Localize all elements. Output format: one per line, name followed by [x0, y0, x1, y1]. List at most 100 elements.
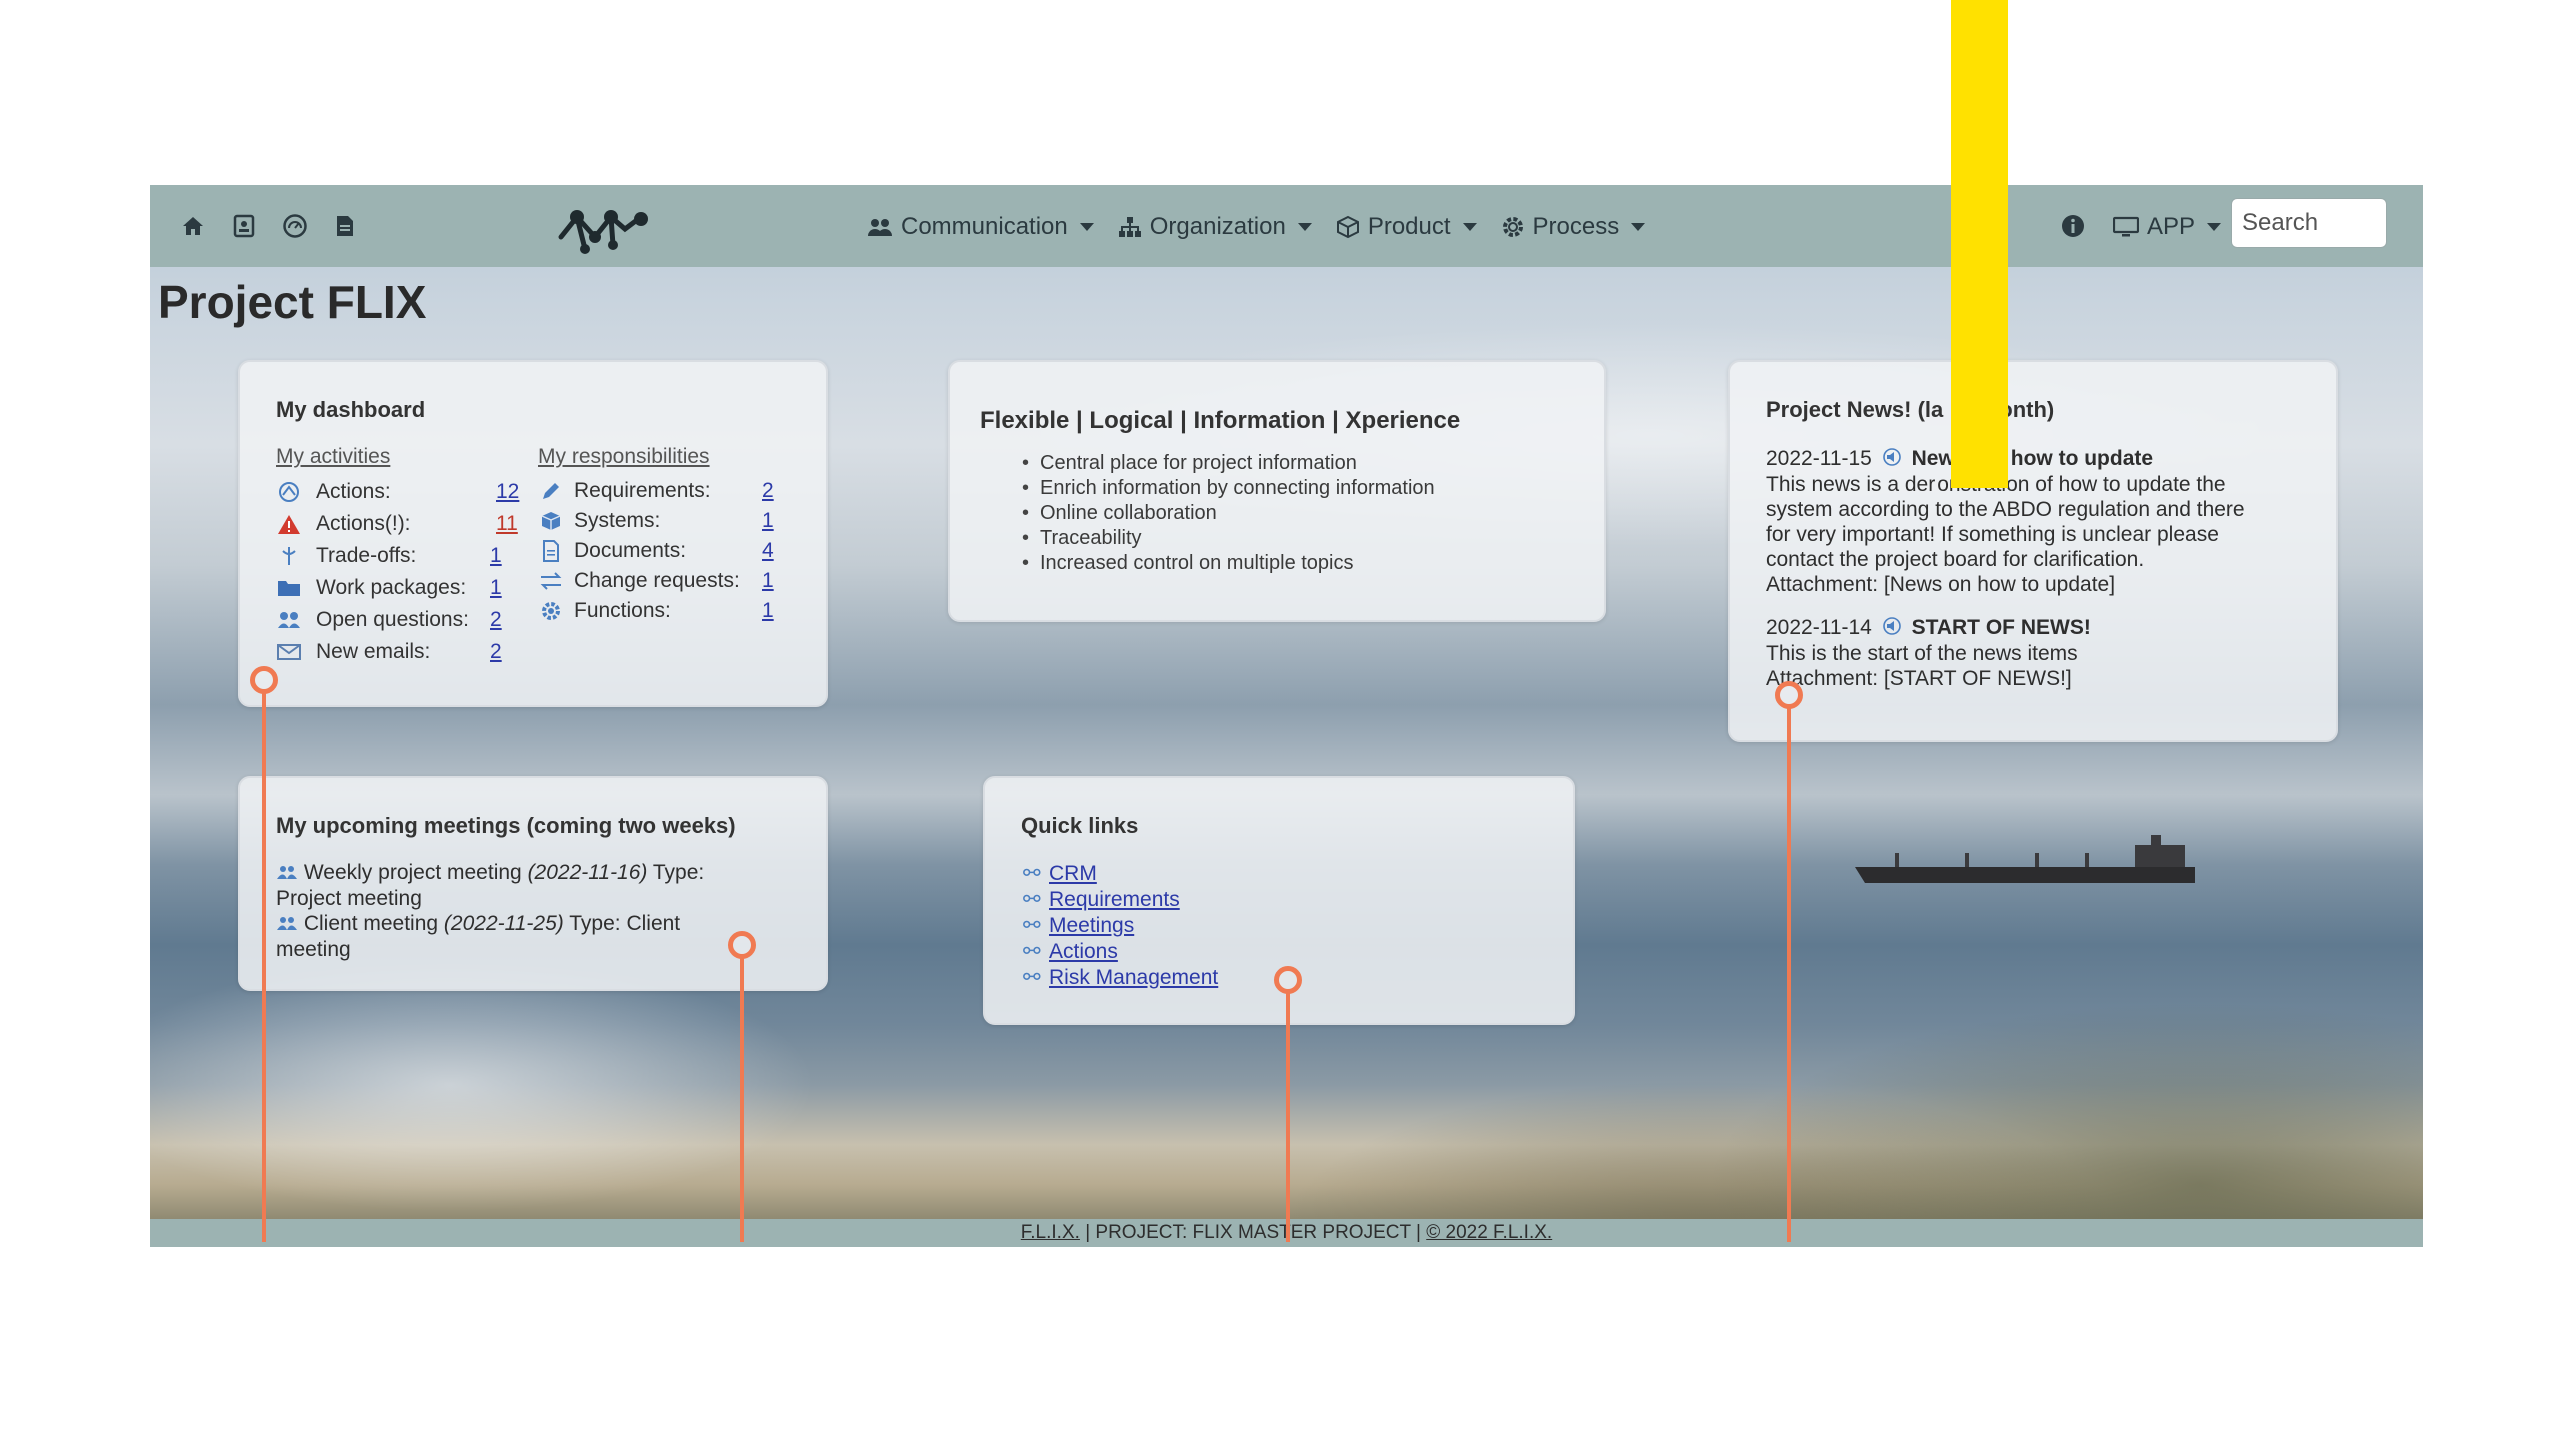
footer-org-link[interactable]: F.L.I.X.: [1021, 1222, 1080, 1243]
news-text: This is the start of the news items: [1766, 641, 2078, 665]
news-date: 2022-11-15: [1766, 447, 1872, 470]
activity-actions-urgent: Actions(!):: [276, 512, 411, 536]
meeting-icon: [276, 912, 298, 937]
questions-icon: [276, 608, 302, 632]
quick-link-label[interactable]: Requirements: [1049, 888, 1180, 911]
news-title: Project News! (la onth): [1766, 397, 2054, 423]
people-icon: [868, 219, 892, 236]
quick-link-requirements[interactable]: ⚯ Requirements: [1023, 887, 1218, 913]
news-item-title-right[interactable]: how to update: [2011, 447, 2153, 470]
resp-functions-count[interactable]: 1: [762, 599, 774, 623]
quick-links-list: ⚯ CRM ⚯ Requirements ⚯ Meetings ⚯ Actions ⚯ R…: [1023, 861, 1218, 991]
meeting-type: meeting: [276, 937, 351, 961]
meeting-name: Weekly project meeting: [303, 861, 522, 884]
activity-open-questions-label: Open questions:: [316, 608, 469, 631]
nav-product[interactable]: Product: [1336, 213, 1477, 241]
activity-tradeoffs-count[interactable]: 1: [490, 544, 502, 568]
list-item[interactable]: Client meeting (2022-11-25) Type: Client…: [276, 911, 796, 962]
marker-line: [262, 690, 266, 1242]
nav-product-label: Product: [1367, 213, 1451, 240]
list-item: Traceability: [1022, 526, 1435, 551]
activity-actions-urgent-count[interactable]: 11: [496, 512, 518, 536]
marker-ring: [1775, 681, 1803, 709]
highlight-bar: [1951, 0, 2008, 488]
quick-link-label[interactable]: CRM: [1049, 862, 1097, 885]
info-icon[interactable]: [2056, 209, 2090, 243]
activity-work-packages-label: Work packages:: [316, 576, 467, 599]
news-text: contact the project board for clarificat…: [1766, 547, 2145, 571]
marker-line: [1286, 990, 1290, 1242]
nav-process[interactable]: Process: [1501, 213, 1646, 241]
activity-new-emails-count[interactable]: 2: [490, 640, 502, 664]
flix-logo[interactable]: [555, 197, 655, 255]
document-icon[interactable]: [328, 209, 362, 243]
nav-organization[interactable]: Organization: [1118, 213, 1312, 241]
resp-requirements-count[interactable]: 2: [762, 479, 774, 503]
quick-link-actions[interactable]: ⚯ Actions: [1023, 939, 1218, 965]
chevron-down-icon: [1079, 223, 1094, 231]
link-icon: ⚯: [1023, 862, 1041, 885]
dashboard-icon[interactable]: [278, 209, 312, 243]
quick-link-label[interactable]: Meetings: [1049, 914, 1134, 937]
home-icon[interactable]: [176, 209, 210, 243]
resp-requirements-label: Requirements:: [574, 479, 711, 502]
my-activities-link[interactable]: My activities: [276, 445, 390, 469]
flix-info-card: Flexible | Logical | Information | Xperi…: [948, 360, 1606, 622]
activity-new-emails-label: New emails:: [316, 640, 431, 663]
main-nav: Communication Organization Product Proce…: [867, 207, 1646, 247]
resp-functions: Functions:: [538, 599, 671, 623]
quick-links-title: Quick links: [1021, 813, 1139, 838]
list-item: Increased control on multiple topics: [1022, 551, 1435, 576]
meeting-date: (2022-11-25): [443, 911, 564, 935]
meeting-type: Project meeting: [276, 886, 422, 910]
document-icon: [538, 539, 564, 563]
list-item: Online collaboration: [1022, 501, 1435, 526]
activity-work-packages: Work packages:: [276, 576, 466, 600]
news-date: 2022-11-14: [1766, 616, 1872, 639]
chevron-down-icon: [1297, 223, 1312, 231]
activity-work-packages-count[interactable]: 1: [490, 576, 502, 600]
list-item[interactable]: Weekly project meeting (2022-11-16) Type…: [276, 860, 796, 911]
activity-tradeoffs: Trade-offs:: [276, 544, 416, 568]
quick-link-risk-management[interactable]: ⚯ Risk Management: [1023, 965, 1218, 991]
resp-systems-count[interactable]: 1: [762, 509, 774, 533]
search-input[interactable]: [2231, 198, 2387, 248]
resp-requirements: Requirements:: [538, 479, 711, 503]
email-icon: [276, 640, 302, 664]
flix-info-title: Flexible | Logical | Information | Xperi…: [980, 407, 1461, 434]
news-attachment-link[interactable]: [START OF NEWS!]: [1884, 667, 2072, 690]
marker-ring: [728, 931, 756, 959]
footer-project: | PROJECT: FLIX MASTER PROJECT |: [1085, 1222, 1421, 1243]
news-item-title-left[interactable]: New: [1912, 447, 1955, 470]
resp-documents-count[interactable]: 4: [762, 539, 774, 563]
resp-change-requests-count[interactable]: 1: [762, 569, 774, 593]
activity-actions-label: Actions:: [316, 480, 391, 503]
nav-organization-label: Organization: [1149, 213, 1286, 240]
footer-copyright-link[interactable]: © 2022 F.L.I.X.: [1426, 1222, 1552, 1243]
quick-link-label[interactable]: Risk Management: [1049, 966, 1218, 989]
nav-communication[interactable]: Communication: [867, 213, 1094, 241]
news-item-title[interactable]: START OF NEWS!: [1912, 616, 2091, 639]
news-attachment-link[interactable]: [News on how to update]: [1884, 573, 2115, 596]
activity-actions-count[interactable]: 12: [496, 480, 519, 504]
meetings-title: My upcoming meetings (coming two weeks): [276, 813, 736, 838]
my-responsibilities-link[interactable]: My responsibilities: [538, 445, 710, 469]
quick-link-label[interactable]: Actions: [1049, 940, 1118, 963]
org-chart-icon: [1118, 217, 1141, 237]
tradeoff-icon: [276, 544, 302, 568]
app-menu-label: APP: [2147, 213, 2196, 240]
news-title-left: Project News! (la: [1766, 397, 1944, 422]
marker-ring: [1274, 966, 1302, 994]
quick-link-meetings[interactable]: ⚯ Meetings: [1023, 913, 1218, 939]
quick-link-crm[interactable]: ⚯ CRM: [1023, 861, 1218, 887]
activity-open-questions-count[interactable]: 2: [490, 608, 502, 632]
dashboard-card: My dashboard My activities My responsibi…: [238, 360, 828, 707]
chevron-down-icon: [1462, 223, 1477, 231]
activity-actions: Actions:: [276, 480, 391, 504]
resp-change-requests: Change requests:: [538, 569, 740, 593]
app-menu[interactable]: APP: [2113, 207, 2222, 247]
nav-process-label: Process: [1532, 213, 1620, 240]
resp-systems-label: Systems:: [574, 509, 661, 532]
contact-icon[interactable]: [227, 209, 261, 243]
folder-icon: [276, 576, 302, 600]
